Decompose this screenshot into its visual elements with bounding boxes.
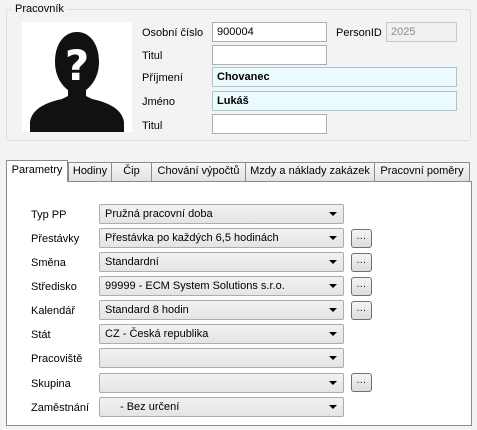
prestavky-value: Přestávka po každých 6,5 hodinách bbox=[105, 232, 279, 244]
zamestnani-label: Zaměstnání bbox=[31, 402, 90, 414]
chevron-down-icon bbox=[329, 212, 337, 216]
surname-field[interactable]: Chovanec bbox=[212, 67, 457, 87]
unknown-person-silhouette-icon[interactable]: ? bbox=[22, 22, 132, 132]
pracoviste-combo[interactable] bbox=[99, 348, 344, 368]
zamestnani-value: - Bez určení bbox=[120, 401, 180, 413]
tab-hodiny[interactable]: Hodiny bbox=[68, 162, 112, 181]
prestavky-combo[interactable]: Přestávka po každých 6,5 hodinách bbox=[99, 228, 344, 248]
prestavky-label: Přestávky bbox=[31, 233, 80, 245]
prestavky-browse-button[interactable]: ... bbox=[351, 229, 372, 248]
first-name-field[interactable]: Lukáš bbox=[212, 91, 457, 111]
tab-parametry[interactable]: Parametry bbox=[6, 160, 68, 182]
employee-group-legend: Pracovník bbox=[12, 3, 67, 15]
chevron-down-icon bbox=[329, 381, 337, 385]
stat-label: Stát bbox=[31, 329, 51, 341]
stat-value: CZ - Česká republika bbox=[105, 328, 209, 340]
pracoviste-label: Pracoviště bbox=[31, 353, 83, 365]
smena-browse-button[interactable]: ... bbox=[351, 253, 372, 272]
kalendar-value: Standard 8 hodin bbox=[105, 304, 189, 316]
title-after-label: Titul bbox=[142, 120, 163, 132]
chevron-down-icon bbox=[329, 405, 337, 409]
svg-text:?: ? bbox=[65, 41, 89, 90]
chevron-down-icon bbox=[329, 332, 337, 336]
stredisko-value: 99999 - ECM System Solutions s.r.o. bbox=[105, 280, 285, 292]
zamestnani-combo[interactable]: - Bez určení bbox=[99, 397, 344, 417]
title-after-field[interactable] bbox=[212, 114, 327, 134]
chevron-down-icon bbox=[329, 236, 337, 240]
smena-value: Standardní bbox=[105, 256, 159, 268]
kalendar-combo[interactable]: Standard 8 hodin bbox=[99, 300, 344, 320]
skupina-label: Skupina bbox=[31, 378, 71, 390]
person-id-label: PersonID bbox=[336, 27, 382, 39]
typ-pp-label: Typ PP bbox=[31, 209, 67, 221]
title-before-field[interactable] bbox=[212, 45, 327, 65]
person-id-field: 2025 bbox=[386, 22, 457, 42]
stredisko-combo[interactable]: 99999 - ECM System Solutions s.r.o. bbox=[99, 276, 344, 296]
typ-pp-value: Pružná pracovní doba bbox=[105, 208, 213, 220]
chevron-down-icon bbox=[329, 284, 337, 288]
stredisko-browse-button[interactable]: ... bbox=[351, 277, 372, 296]
chevron-down-icon bbox=[329, 308, 337, 312]
chevron-down-icon bbox=[329, 356, 337, 360]
skupina-browse-button[interactable]: ... bbox=[351, 373, 372, 392]
smena-combo[interactable]: Standardní bbox=[99, 252, 344, 272]
smena-label: Směna bbox=[31, 257, 66, 269]
tab-mzdy-a-naklady-zakazek[interactable]: Mzdy a náklady zakázek bbox=[245, 162, 375, 181]
typ-pp-combo[interactable]: Pružná pracovní doba bbox=[99, 204, 344, 224]
title-before-label: Titul bbox=[142, 50, 163, 62]
personal-number-label: Osobní číslo bbox=[142, 27, 204, 39]
kalendar-browse-button[interactable]: ... bbox=[351, 301, 372, 320]
tab-pracovni-pomery[interactable]: Pracovní poměry bbox=[374, 162, 470, 181]
skupina-combo[interactable] bbox=[99, 373, 344, 393]
personal-number-field[interactable]: 900004 bbox=[212, 22, 327, 42]
tab-cip[interactable]: Čip bbox=[111, 162, 152, 181]
tab-chovani-vypoctu[interactable]: Chování výpočtů bbox=[151, 162, 246, 181]
stredisko-label: Středisko bbox=[31, 281, 77, 293]
first-name-label: Jméno bbox=[142, 96, 176, 108]
chevron-down-icon bbox=[329, 260, 337, 264]
surname-label: Příjmení bbox=[142, 72, 183, 84]
stat-combo[interactable]: CZ - Česká republika bbox=[99, 324, 344, 344]
kalendar-label: Kalendář bbox=[31, 305, 76, 317]
